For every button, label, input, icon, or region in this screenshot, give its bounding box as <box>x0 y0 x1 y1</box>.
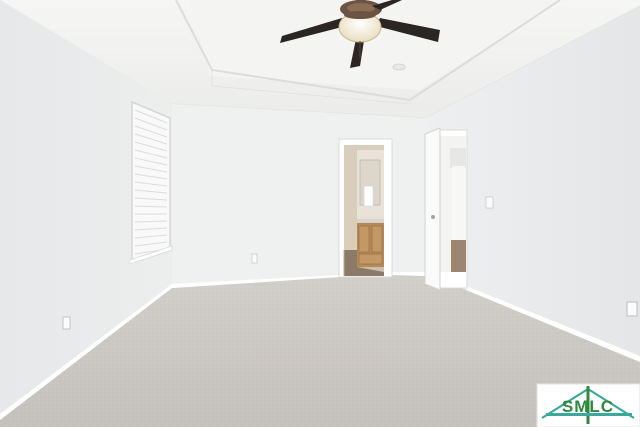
bathroom-doorway <box>338 138 393 278</box>
smoke-detector <box>392 63 406 71</box>
watermark-brand-text: SMLC <box>562 397 614 416</box>
open-door <box>424 127 441 291</box>
hallway-doorway <box>424 127 468 291</box>
room-photo: SMLC <box>0 0 640 427</box>
door-knob <box>431 215 435 219</box>
light-switch <box>485 196 494 209</box>
window-blinds <box>129 100 173 265</box>
towel <box>363 185 374 207</box>
vanity-cabinet <box>357 219 384 267</box>
watermark-logo: SMLC <box>536 383 640 427</box>
